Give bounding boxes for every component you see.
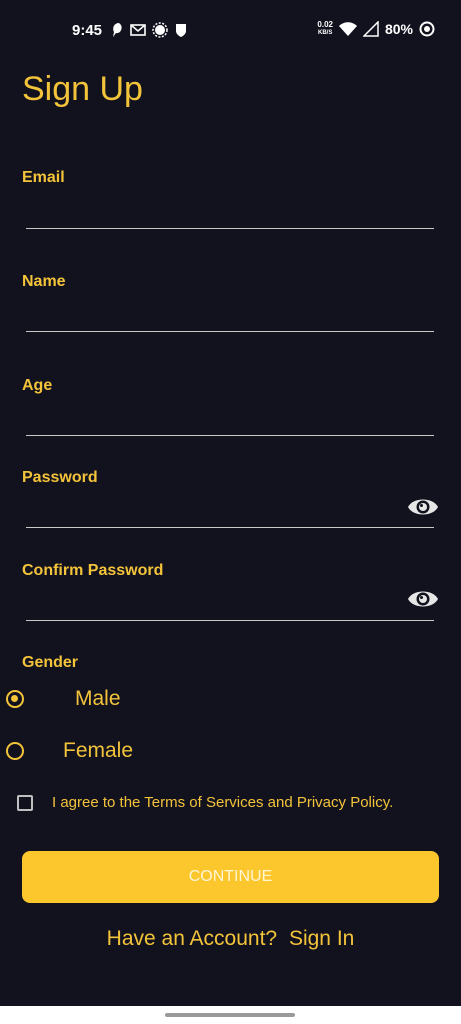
shield-notification-icon: [176, 24, 186, 37]
male-radio-label: Male: [75, 687, 121, 710]
network-speed-unit: KB/S: [318, 30, 333, 36]
battery-percentage: 80%: [384, 21, 413, 37]
status-right-icons: 0.02 KB/S 80%: [317, 21, 435, 37]
continue-button[interactable]: CONTINUE: [22, 851, 439, 903]
age-label: Age: [22, 377, 53, 394]
terms-agreement[interactable]: I agree to the Terms of Services and Pri…: [17, 794, 393, 811]
age-field[interactable]: [26, 405, 434, 436]
email-label: Email: [22, 169, 65, 186]
settings-notification-icon: [152, 22, 168, 38]
network-speed: 0.02 KB/S: [317, 21, 333, 37]
signin-prompt-row: Have an Account? Sign In: [0, 927, 461, 951]
status-bar: 9:45 0.02 KB/S 80%: [0, 0, 461, 62]
terms-label: I agree to the Terms of Services and Pri…: [52, 794, 394, 811]
status-time: 9:45: [72, 22, 103, 39]
terms-checkbox[interactable]: [17, 794, 33, 811]
male-radio[interactable]: [6, 690, 24, 708]
password-label: Password: [22, 469, 98, 486]
app-notification-icon: [113, 23, 122, 37]
gender-label: Gender: [22, 654, 79, 671]
notification-icons: [110, 22, 188, 38]
have-account-text: Have an Account?: [106, 927, 278, 950]
show-password-eye-icon[interactable]: [407, 493, 439, 521]
name-field[interactable]: [26, 301, 434, 332]
wifi-icon: [338, 22, 357, 36]
female-radio-label: Female: [63, 739, 134, 762]
navigation-bar: [0, 1006, 461, 1024]
mail-notification-icon: [130, 24, 146, 36]
battery-icon: [419, 21, 435, 37]
confirm-password-label: Confirm Password: [22, 562, 164, 579]
gender-option-female[interactable]: Female: [6, 739, 133, 763]
show-confirm-password-eye-icon[interactable]: [407, 585, 439, 613]
signin-link[interactable]: Sign In: [289, 927, 354, 950]
name-label: Name: [22, 273, 66, 290]
home-gesture-handle[interactable]: [165, 1013, 295, 1017]
gender-option-male[interactable]: Male: [6, 687, 121, 711]
password-field[interactable]: [26, 497, 434, 528]
female-radio[interactable]: [6, 742, 24, 760]
confirm-password-field[interactable]: [26, 590, 434, 621]
network-speed-value: 0.02: [317, 20, 333, 29]
page-title: Sign Up: [22, 70, 143, 108]
email-field[interactable]: [26, 198, 434, 229]
signal-icon: [362, 21, 379, 37]
